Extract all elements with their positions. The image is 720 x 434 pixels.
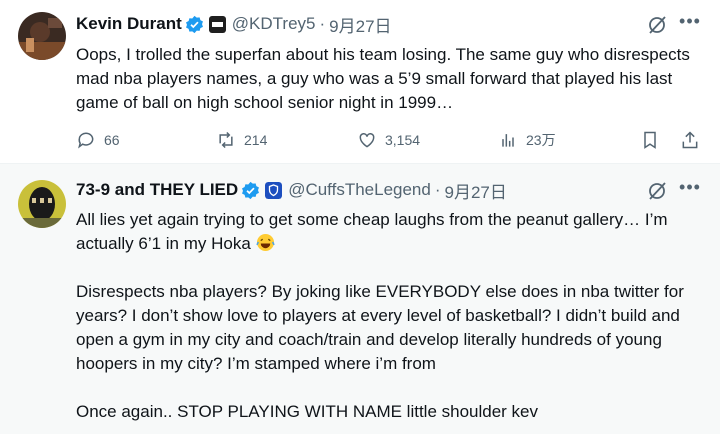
repost-icon — [219, 131, 233, 149]
like-count: 3,154 — [385, 132, 421, 148]
tweet-kevin-durant[interactable]: Kevin Durant @KDTrey5 · 9月27日 ••• Oops, … — [0, 0, 720, 164]
display-name[interactable]: Kevin Durant — [76, 14, 182, 34]
bookmark-icon[interactable] — [640, 130, 660, 150]
reply-icon — [78, 132, 94, 149]
tweet-text: Oops, I trolled the superfan about his t… — [76, 43, 702, 115]
grok-icon[interactable] — [646, 14, 668, 36]
separator-dot: · — [319, 14, 326, 33]
display-name[interactable]: 73-9 and THEY LIED — [76, 180, 238, 200]
handle[interactable]: @CuffsTheLegend — [288, 180, 431, 200]
avatar-kevin-durant[interactable] — [18, 12, 66, 60]
tweet-text-paragraph: All lies yet again trying to get some ch… — [76, 208, 702, 256]
views-button[interactable]: 23万 — [498, 130, 556, 150]
grok-icon[interactable] — [646, 180, 668, 202]
shield-badge-icon[interactable] — [265, 181, 283, 199]
tweet-text-line: All lies yet again trying to get some ch… — [76, 210, 668, 253]
repost-count: 214 — [244, 132, 268, 148]
views-icon — [502, 134, 514, 147]
more-icon[interactable]: ••• — [676, 12, 704, 36]
separator-dot: · — [434, 180, 441, 199]
tweet-header: Kevin Durant @KDTrey5 · 9月27日 — [76, 12, 392, 36]
affiliate-badge-icon[interactable] — [208, 15, 226, 33]
reply-count: 66 — [104, 132, 120, 148]
timestamp[interactable]: 9月27日 — [445, 178, 507, 203]
timestamp[interactable]: 9月27日 — [329, 12, 391, 37]
tweet-text-paragraph: Once again.. STOP PLAYING WITH NAME litt… — [76, 402, 539, 421]
share-icon[interactable] — [680, 130, 700, 150]
like-button[interactable]: 3,154 — [357, 130, 420, 150]
reply-button[interactable]: 66 — [76, 130, 120, 150]
tweet-text: All lies yet again trying to get some ch… — [76, 208, 702, 424]
action-bar: 66 214 3,154 23万 — [76, 130, 702, 152]
tweet-text-paragraph: Oops, I trolled the superfan about his t… — [76, 45, 690, 112]
like-icon — [359, 132, 375, 148]
repost-button[interactable]: 214 — [216, 130, 267, 150]
verified-badge-icon — [185, 15, 203, 33]
avatar-cuffs-the-legend[interactable] — [18, 180, 66, 228]
tweet-header: 73-9 and THEY LIED @CuffsTheLegend · 9月2… — [76, 178, 507, 202]
laughing-emoji-icon — [255, 233, 275, 252]
handle[interactable]: @KDTrey5 — [232, 14, 316, 34]
tweet-cuffs-the-legend[interactable]: 73-9 and THEY LIED @CuffsTheLegend · 9月2… — [0, 164, 720, 434]
tweet-text-paragraph: Disrespects nba players? By joking like … — [76, 282, 684, 373]
more-icon[interactable]: ••• — [676, 178, 704, 202]
verified-badge-icon — [242, 181, 260, 199]
views-count: 23万 — [526, 132, 556, 148]
